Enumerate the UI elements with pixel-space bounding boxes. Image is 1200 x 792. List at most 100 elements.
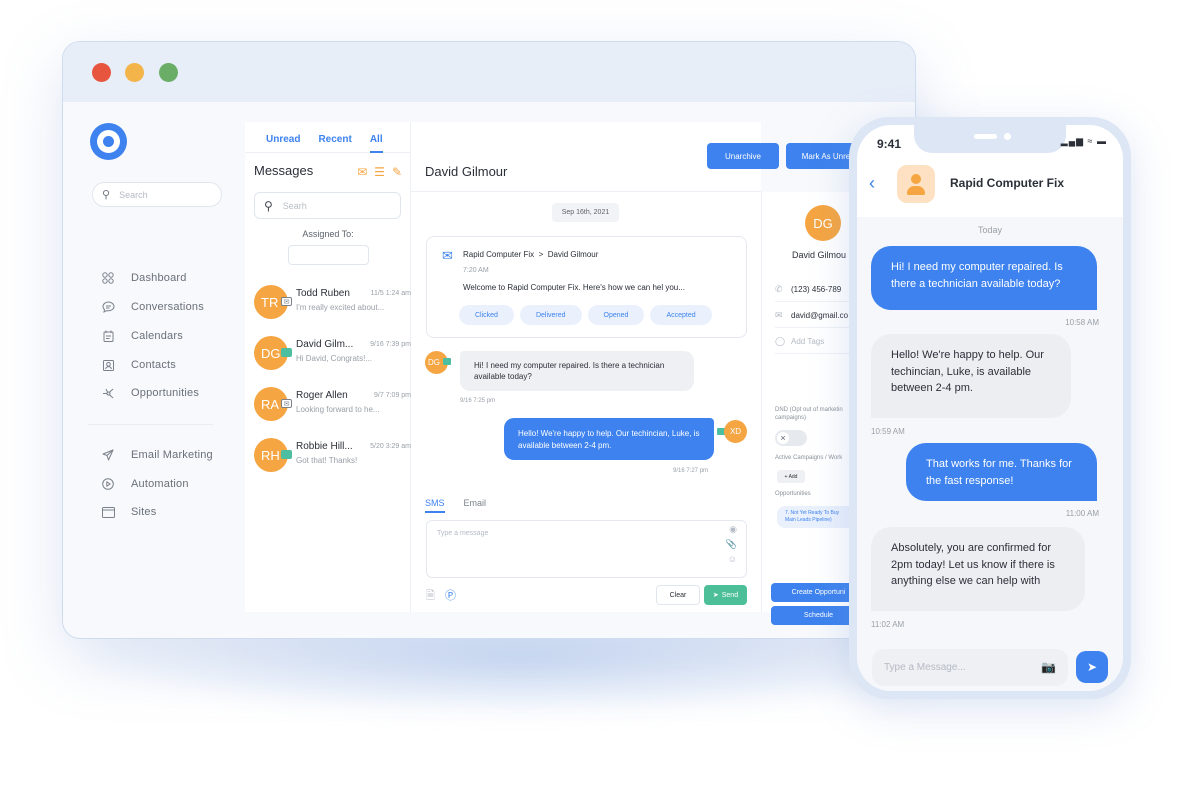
email-channel-icon: ✉ bbox=[281, 297, 292, 306]
sidebar-divider bbox=[88, 424, 213, 425]
send-arrow-icon: ➤ bbox=[1086, 660, 1098, 674]
message-timestamp: 10:58 AM bbox=[1065, 318, 1099, 327]
messages-search-input[interactable]: ⚲ Searh bbox=[254, 192, 401, 219]
paper-plane-icon bbox=[101, 448, 115, 462]
search-icon: ⚲ bbox=[102, 189, 111, 201]
sidebar-item-contacts[interactable]: Contacts bbox=[101, 358, 241, 372]
status-badge-accepted: Accepted bbox=[650, 305, 712, 325]
sidebar: ⚲ Search Dashboard Conversations Calenda… bbox=[63, 102, 245, 638]
unarchive-button[interactable]: Unarchive bbox=[707, 143, 779, 169]
minimize-window-button[interactable] bbox=[125, 63, 144, 82]
phone-icon: ✆ bbox=[775, 284, 783, 294]
conversation-item[interactable]: TR ✉ Todd Ruben 11/5 1:24 am I'm really … bbox=[254, 282, 411, 326]
assigned-to-select[interactable] bbox=[288, 245, 369, 265]
play-circle-icon bbox=[101, 477, 115, 491]
emoji-icon[interactable]: ☺ bbox=[728, 554, 737, 564]
message-placeholder: Type a message bbox=[437, 530, 489, 537]
tag-icon[interactable]: ◉ bbox=[729, 524, 737, 535]
message-timestamp: 9/16 7:27 pm bbox=[673, 468, 709, 474]
chat-header: David Gilmour Unarchive Mark As Unre bbox=[411, 122, 866, 192]
conversation-item[interactable]: RA ✉ Roger Allen 9/7 7:09 pm Looking for… bbox=[254, 384, 411, 428]
payment-dollar-icon[interactable]: Ⓟ bbox=[445, 587, 456, 603]
sidebar-item-label: Dashboard bbox=[131, 272, 187, 284]
tag-icon: ◯ bbox=[775, 336, 786, 346]
email-route: Rapid Computer Fix > David Gilmour bbox=[463, 250, 598, 259]
tab-sms[interactable]: SMS bbox=[425, 498, 445, 513]
search-icon: ⚲ bbox=[264, 198, 273, 213]
message-textarea[interactable]: Type a message ◉ 📎 ☺ bbox=[426, 520, 747, 578]
tab-recent[interactable]: Recent bbox=[318, 122, 351, 152]
sidebar-search-input[interactable]: ⚲ Search bbox=[92, 182, 222, 207]
conversation-name: David Gilm... bbox=[296, 339, 354, 350]
phone-send-button[interactable]: ➤ bbox=[1076, 651, 1108, 683]
phone-notch bbox=[914, 125, 1066, 153]
incoming-message-bubble: Hi! I need my computer repaired. Is ther… bbox=[460, 351, 694, 391]
message-timestamp: 11:02 AM bbox=[871, 620, 905, 629]
email-value: david@gmail.co bbox=[791, 311, 849, 320]
conversation-item[interactable]: DG David Gilm... 9/16 7:39 pm Hi David, … bbox=[254, 333, 411, 377]
maximize-window-button[interactable] bbox=[159, 63, 178, 82]
clear-button[interactable]: Clear bbox=[656, 585, 700, 605]
sidebar-item-label: Automation bbox=[131, 478, 189, 490]
app-logo-icon[interactable] bbox=[90, 123, 127, 160]
opportunities-label: Opportunities bbox=[775, 491, 811, 497]
dnd-label: DND (Opt out of marketin campaigns) bbox=[775, 406, 843, 423]
sidebar-item-opportunities[interactable]: Opportunities bbox=[101, 386, 241, 400]
window-titlebar bbox=[63, 42, 915, 102]
incoming-message-bubble: Hello! We're happy to help. Our techinci… bbox=[871, 334, 1071, 418]
sms-channel-icon bbox=[281, 450, 292, 459]
tab-email[interactable]: Email bbox=[464, 498, 487, 513]
back-chevron-icon[interactable]: ‹ bbox=[869, 173, 875, 194]
tab-unread[interactable]: Unread bbox=[266, 122, 300, 152]
contact-card-icon bbox=[101, 358, 115, 372]
sidebar-item-label: Opportunities bbox=[131, 387, 200, 399]
calendar-icon bbox=[101, 329, 115, 343]
outgoing-message-bubble: That works for me. Thanks for the fast r… bbox=[906, 443, 1097, 501]
paperclip-icon[interactable]: 📎 bbox=[726, 539, 737, 550]
send-button[interactable]: ➤ Send bbox=[704, 585, 747, 605]
camera-icon[interactable]: 📷 bbox=[1041, 660, 1056, 674]
messages-panel: Unread Recent All Messages ✉ ☰ ✎ ⚲ Searh… bbox=[245, 122, 411, 612]
email-status-pills: Clicked Delivered Opened Accepted bbox=[459, 305, 712, 325]
dnd-label-line: DND (Opt out of marketin bbox=[775, 407, 843, 413]
sidebar-item-label: Calendars bbox=[131, 330, 183, 342]
sidebar-item-automation[interactable]: Automation bbox=[101, 477, 241, 491]
email-channel-icon: ✉ bbox=[281, 399, 292, 408]
close-window-button[interactable] bbox=[92, 63, 111, 82]
tab-all[interactable]: All bbox=[369, 122, 383, 153]
list-icon[interactable]: ☰ bbox=[374, 165, 385, 179]
conversation-time: 9/16 7:39 pm bbox=[370, 341, 411, 348]
envelope-icon: ✉ bbox=[442, 248, 453, 263]
sidebar-item-email-marketing[interactable]: Email Marketing bbox=[101, 448, 241, 462]
wifi-icon: ≈ bbox=[1087, 136, 1094, 146]
marketing-scene: ⚲ Search Dashboard Conversations Calenda… bbox=[0, 0, 1200, 792]
contact-profile-panel: DG David Gilmou ✆ (123) 456-789 ✉ david@… bbox=[761, 192, 866, 625]
sidebar-item-label: Email Marketing bbox=[131, 449, 213, 461]
email-time: 7:20 AM bbox=[463, 267, 489, 274]
conversation-item[interactable]: RH Robbie Hill... 5/20 3:29 am Got that!… bbox=[254, 435, 411, 479]
network-icon bbox=[101, 386, 115, 400]
phone-message-input[interactable]: Type a Message... 📷 bbox=[872, 649, 1068, 686]
chat-contact-name: David Gilmour bbox=[425, 164, 508, 179]
conversation-name: Todd Ruben bbox=[296, 288, 350, 299]
email-message-card[interactable]: ✉ Rapid Computer Fix > David Gilmour 7:2… bbox=[426, 236, 747, 338]
route-separator: > bbox=[538, 250, 544, 259]
sidebar-item-sites[interactable]: Sites bbox=[101, 505, 241, 519]
sms-channel-icon bbox=[281, 348, 292, 357]
envelope-icon[interactable]: ✉ bbox=[357, 165, 367, 179]
compose-icon[interactable]: ✎ bbox=[392, 165, 402, 179]
sidebar-item-conversations[interactable]: Conversations bbox=[101, 300, 241, 314]
add-campaign-button[interactable]: + Add bbox=[777, 470, 805, 483]
opportunity-line: 7. Not Yet Ready To Buy bbox=[785, 510, 840, 516]
sidebar-item-calendars[interactable]: Calendars bbox=[101, 329, 241, 343]
dnd-toggle[interactable] bbox=[775, 430, 807, 446]
sidebar-item-dashboard[interactable]: Dashboard bbox=[101, 271, 241, 285]
incoming-message-bubble: Absolutely, you are confirmed for 2pm to… bbox=[871, 527, 1085, 611]
sidebar-item-label: Sites bbox=[131, 506, 157, 518]
browser-window-icon bbox=[101, 505, 115, 519]
conversation-preview: Got that! Thanks! bbox=[296, 456, 358, 465]
date-separator: Sep 16th, 2021 bbox=[552, 203, 619, 222]
document-icon[interactable]: 🗎 bbox=[426, 587, 435, 606]
compose-channel-tabs: SMS Email bbox=[425, 498, 486, 513]
phone-input-placeholder: Type a Message... bbox=[884, 662, 966, 673]
